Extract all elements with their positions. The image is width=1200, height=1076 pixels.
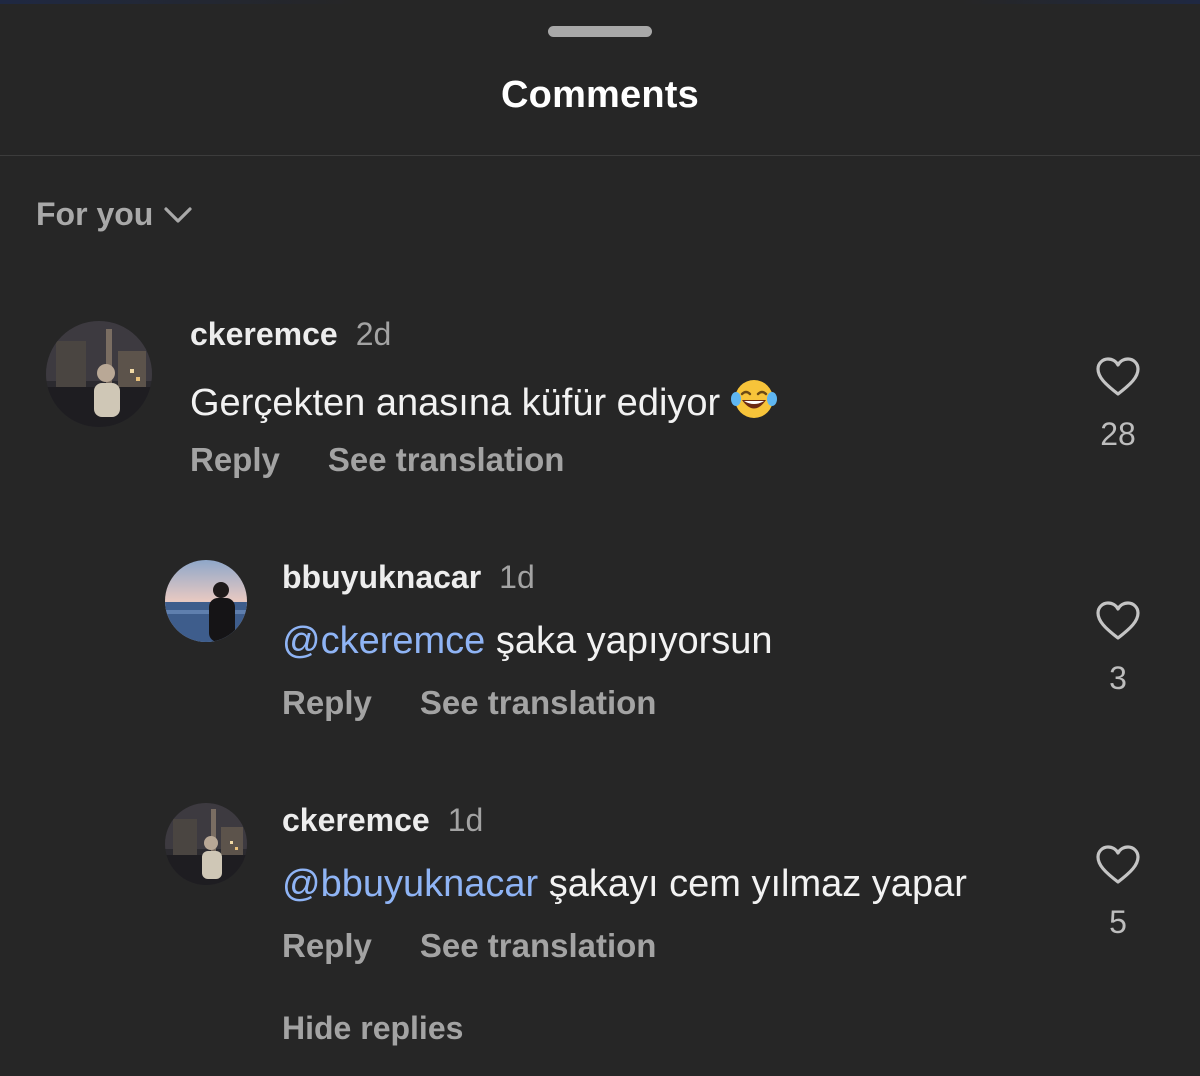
avatar[interactable]: [46, 321, 152, 427]
reply-text: şaka yapıyorsun: [485, 620, 773, 662]
mention-link[interactable]: @ckeremce: [282, 620, 485, 662]
heart-icon: [1096, 601, 1140, 640]
chevron-down-icon: [164, 206, 192, 223]
see-translation-button[interactable]: See translation: [328, 441, 565, 478]
reply-text-line: @bbuyuknacar şakayı cem yılmaz yapar: [282, 863, 967, 906]
mention-link[interactable]: @bbuyuknacar: [282, 863, 538, 905]
see-translation-button[interactable]: See translation: [420, 684, 657, 721]
like-button[interactable]: 5: [1088, 844, 1148, 941]
comment-text-line: Gerçekten anasına küfür ediyor: [190, 377, 778, 431]
comments-sheet: Comments For you ckeremce 2d Gerçekten a…: [0, 0, 1200, 1076]
sort-dropdown[interactable]: For you: [36, 196, 193, 233]
page-title: Comments: [501, 74, 699, 116]
reply-text-line: @ckeremce şaka yapıyorsun: [282, 620, 773, 663]
comment-time: 2d: [355, 316, 392, 352]
reply-button[interactable]: Reply: [282, 684, 372, 721]
header-divider: [0, 155, 1200, 156]
like-count: 5: [1109, 904, 1127, 940]
sort-label: For you: [36, 196, 154, 232]
avatar[interactable]: [165, 560, 247, 642]
avatar[interactable]: [165, 803, 247, 885]
heart-icon: [1096, 845, 1140, 884]
drag-handle[interactable]: [548, 26, 652, 37]
comment-text: Gerçekten anasına küfür ediyor: [190, 382, 721, 424]
reply-text: şakayı cem yılmaz yapar: [538, 863, 967, 905]
like-button[interactable]: 28: [1088, 356, 1148, 453]
comment-username[interactable]: ckeremce: [190, 316, 338, 352]
reply-button[interactable]: Reply: [282, 927, 372, 964]
reply-username[interactable]: bbuyuknacar: [282, 559, 481, 595]
hide-replies-button[interactable]: Hide replies: [282, 1010, 463, 1047]
reply-button[interactable]: Reply: [190, 441, 280, 478]
top-edge: [0, 0, 1200, 4]
like-count: 3: [1109, 660, 1127, 696]
like-button[interactable]: 3: [1088, 600, 1148, 697]
like-count: 28: [1100, 416, 1136, 452]
see-translation-button[interactable]: See translation: [420, 927, 657, 964]
reply-time: 1d: [499, 559, 535, 595]
reply-username[interactable]: ckeremce: [282, 802, 430, 838]
reply-time: 1d: [447, 802, 484, 838]
laughing-emoji-icon: [730, 377, 778, 431]
heart-icon: [1096, 357, 1140, 396]
